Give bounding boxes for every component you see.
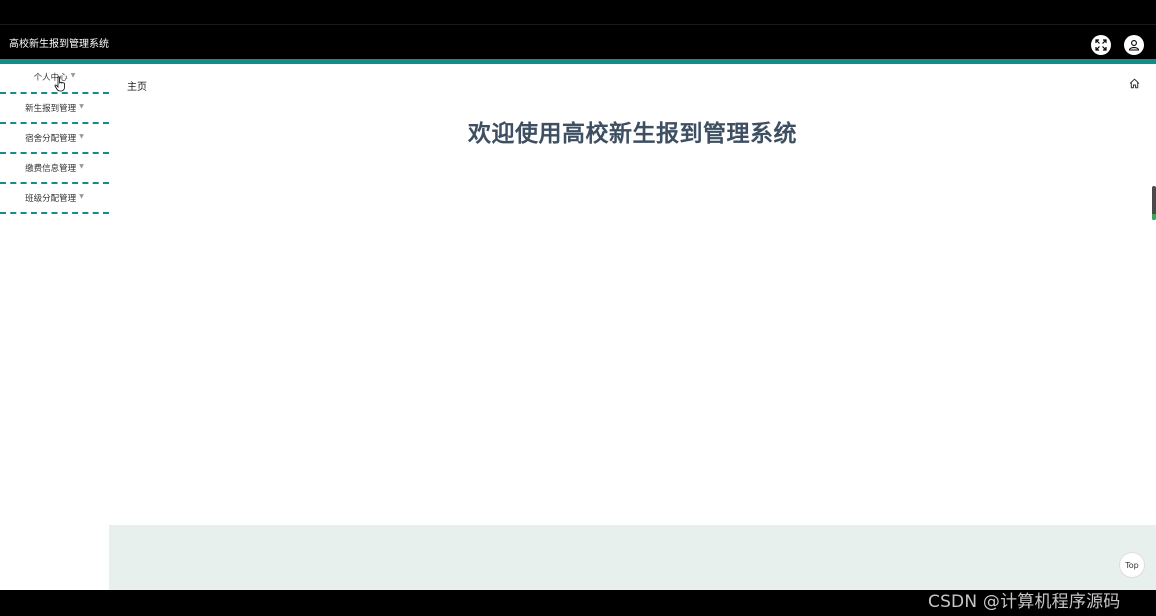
sidebar-item-label: 宿舍分配管理 bbox=[25, 134, 77, 144]
app-title: 高校新生报到管理系统 bbox=[9, 39, 109, 50]
sidebar-item-label: 缴费信息管理 bbox=[25, 164, 77, 174]
sidebar-item-student-registration[interactable]: 新生报到管理 ▼ bbox=[0, 94, 109, 124]
main-content: 主页 欢迎使用高校新生报到管理系统 Top bbox=[109, 64, 1156, 590]
back-to-top-button[interactable]: Top bbox=[1119, 552, 1145, 578]
sidebar-item-label: 新生报到管理 bbox=[25, 104, 77, 114]
screen: 高校新生报到管理系统 个人中心 ▼ 新生报到管理 ▼ 宿舍分配管理 ▼ 缴费信息… bbox=[0, 0, 1156, 616]
sidebar-item-label: 班级分配管理 bbox=[25, 194, 77, 204]
fullscreen-icon bbox=[1095, 39, 1107, 51]
footer-area bbox=[109, 525, 1156, 590]
home-icon[interactable] bbox=[1129, 78, 1140, 89]
breadcrumb[interactable]: 主页 bbox=[127, 78, 147, 93]
chevron-down-icon: ▼ bbox=[79, 133, 84, 140]
watermark: CSDN @计算机程序源码 bbox=[928, 592, 1121, 612]
sidebar: 个人中心 ▼ 新生报到管理 ▼ 宿舍分配管理 ▼ 缴费信息管理 ▼ 班级分配管理… bbox=[0, 64, 109, 590]
user-icon bbox=[1128, 40, 1140, 51]
sidebar-item-payment-info[interactable]: 缴费信息管理 ▼ bbox=[0, 154, 109, 184]
sidebar-item-personal-center[interactable]: 个人中心 ▼ bbox=[0, 64, 109, 94]
chevron-down-icon: ▼ bbox=[79, 103, 84, 110]
app-body: 个人中心 ▼ 新生报到管理 ▼ 宿舍分配管理 ▼ 缴费信息管理 ▼ 班级分配管理… bbox=[0, 64, 1156, 590]
chevron-down-icon: ▼ bbox=[79, 163, 84, 170]
user-menu-button[interactable] bbox=[1124, 35, 1144, 55]
scrollbar-thumb-tip bbox=[1152, 214, 1156, 220]
fullscreen-button[interactable] bbox=[1091, 35, 1111, 55]
chevron-down-icon: ▼ bbox=[70, 72, 76, 79]
browser-top-strip bbox=[0, 0, 1156, 25]
welcome-title: 欢迎使用高校新生报到管理系统 bbox=[468, 121, 797, 147]
chevron-down-icon: ▼ bbox=[79, 193, 84, 200]
sidebar-item-class-allocation[interactable]: 班级分配管理 ▼ bbox=[0, 184, 109, 214]
app-header: 高校新生报到管理系统 bbox=[0, 26, 1156, 59]
sidebar-item-dorm-allocation[interactable]: 宿舍分配管理 ▼ bbox=[0, 124, 109, 154]
hand-cursor-icon bbox=[54, 76, 65, 92]
